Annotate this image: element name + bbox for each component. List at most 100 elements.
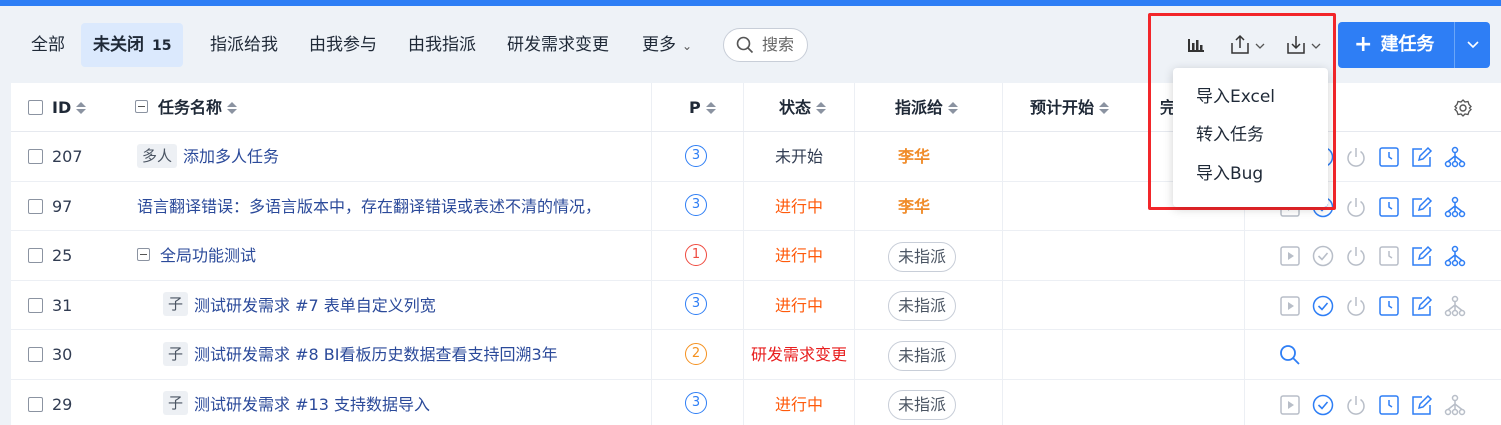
task-assignee[interactable]: 未指派 [888, 231, 957, 280]
task-priority: 3 [685, 132, 707, 181]
edit-icon[interactable] [1410, 145, 1434, 169]
col-status[interactable]: 状态 [779, 83, 827, 132]
task-title[interactable]: 语言翻译错误：多语言版本中，存在翻译错误或表述不清的情况， [137, 182, 648, 231]
priority-badge: 3 [685, 392, 707, 414]
task-id: 207 [52, 147, 83, 166]
select-all-checkbox[interactable] [28, 100, 43, 115]
table-row: 31 子测试研发需求 #7 表单自定义列宽 3 进行中 未指派 [11, 281, 1501, 330]
batch-create-icon[interactable] [1443, 195, 1467, 219]
menu-import-bug[interactable]: 导入Bug [1196, 159, 1263, 189]
create-task-dropdown[interactable] [1454, 22, 1490, 68]
task-title-text: 测试研发需求 #7 表单自定义列宽 [194, 295, 436, 315]
task-assignee[interactable]: 未指派 [888, 330, 957, 379]
task-assignee[interactable]: 李华 [898, 182, 930, 231]
unassigned-pill: 未指派 [888, 241, 957, 272]
tab-all[interactable]: 全部 [19, 23, 77, 67]
search-label: 搜索 [762, 35, 795, 54]
search-button[interactable]: 搜索 [723, 28, 808, 62]
row-checkbox[interactable] [28, 297, 43, 313]
task-assignee[interactable]: 未指派 [888, 281, 957, 330]
task-status: 进行中 [774, 246, 823, 265]
finish-icon[interactable] [1311, 294, 1335, 318]
col-pri[interactable]: P [689, 83, 717, 132]
close-icon[interactable] [1344, 393, 1368, 417]
settings-icon[interactable] [1453, 98, 1473, 118]
task-status: 进行中 [774, 394, 823, 414]
task-status: 进行中 [774, 196, 823, 216]
tab-story-changed[interactable]: 研发需求变更 [495, 23, 621, 67]
row-checkbox[interactable] [28, 198, 43, 214]
close-icon[interactable] [1344, 195, 1368, 219]
batch-create-icon[interactable] [1443, 145, 1467, 169]
collapse-all-icon[interactable] [135, 100, 148, 113]
close-icon[interactable] [1344, 244, 1368, 268]
batch-create-icon[interactable] [1443, 393, 1467, 417]
sort-icon [948, 101, 959, 114]
export-button[interactable] [1228, 28, 1270, 62]
task-assignee[interactable]: 未指派 [888, 380, 957, 425]
menu-import-excel[interactable]: 导入Excel [1196, 82, 1275, 112]
start-icon[interactable] [1278, 294, 1302, 318]
task-title-text: 全局功能测试 [160, 246, 257, 265]
sort-icon [76, 101, 87, 114]
create-task-main[interactable]: + 建任务 [1338, 22, 1454, 68]
start-icon[interactable] [1278, 244, 1302, 268]
edit-icon[interactable] [1410, 244, 1434, 268]
col-assigned-label: 指派给 [895, 98, 944, 117]
col-est-start[interactable]: 预计开始 [1030, 83, 1110, 132]
tab-assigned-to-me[interactable]: 指派给我 [198, 23, 290, 67]
import-icon [1287, 36, 1321, 54]
tab-more-label: 更多 [642, 35, 676, 55]
edit-icon[interactable] [1410, 294, 1434, 318]
col-assigned[interactable]: 指派给 [895, 83, 959, 132]
menu-transfer-task[interactable]: 转入任务 [1196, 120, 1264, 150]
batch-create-icon[interactable] [1443, 294, 1467, 318]
import-dropdown-menu: 导入Excel 转入任务 导入Bug [1173, 68, 1328, 207]
record-effort-icon[interactable] [1377, 393, 1401, 417]
tab-more[interactable]: 更多 ⌄ [630, 23, 704, 67]
view-icon[interactable] [1278, 343, 1302, 367]
task-status: 研发需求变更 [750, 345, 847, 364]
report-button[interactable] [1180, 28, 1210, 62]
task-assignee[interactable]: 李华 [898, 132, 930, 181]
batch-create-icon[interactable] [1443, 244, 1467, 268]
task-title[interactable]: 多人 添加多人任务 [137, 132, 648, 181]
col-id[interactable]: ID [52, 83, 87, 132]
tab-open[interactable]: 未关闭 15 [81, 23, 184, 67]
close-icon[interactable] [1344, 294, 1368, 318]
row-checkbox[interactable] [28, 248, 43, 263]
task-type-tag: 多人 [137, 143, 178, 168]
col-est-start-label: 预计开始 [1030, 98, 1095, 117]
tab-involved[interactable]: 由我参与 [297, 23, 389, 67]
task-priority: 1 [685, 231, 707, 280]
collapse-icon[interactable] [137, 248, 150, 261]
tab-assigned-by-me[interactable]: 由我指派 [396, 23, 488, 67]
row-checkbox[interactable] [28, 347, 43, 362]
row-checkbox[interactable] [28, 149, 43, 164]
col-name[interactable]: 任务名称 [135, 83, 238, 132]
task-status: 进行中 [774, 295, 823, 315]
tab-open-label: 未关闭 [93, 35, 144, 55]
row-checkbox[interactable] [28, 396, 43, 412]
close-icon[interactable] [1344, 145, 1368, 169]
edit-icon[interactable] [1410, 195, 1434, 219]
task-title[interactable]: 子测试研发需求 #8 BI看板历史数据查看支持回溯3年 [163, 330, 648, 379]
task-title[interactable]: 子测试研发需求 #7 表单自定义列宽 [163, 281, 648, 330]
import-button[interactable] [1284, 28, 1326, 62]
start-icon[interactable] [1278, 393, 1302, 417]
finish-icon[interactable] [1311, 244, 1335, 268]
record-effort-icon[interactable] [1377, 195, 1401, 219]
unassigned-pill: 未指派 [888, 291, 957, 321]
col-status-label: 状态 [779, 98, 812, 117]
record-effort-icon[interactable] [1377, 294, 1401, 318]
task-priority: 3 [685, 182, 707, 231]
record-effort-icon[interactable] [1377, 145, 1401, 169]
task-title[interactable]: 全局功能测试 [137, 231, 648, 280]
task-title[interactable]: 子测试研发需求 #13 支持数据导入 [163, 380, 648, 425]
create-task-button[interactable]: + 建任务 [1338, 22, 1490, 68]
finish-icon[interactable] [1311, 393, 1335, 417]
edit-icon[interactable] [1410, 393, 1434, 417]
priority-badge: 2 [685, 342, 707, 365]
task-type-tag: 子 [163, 341, 189, 366]
record-effort-icon[interactable] [1377, 244, 1401, 268]
